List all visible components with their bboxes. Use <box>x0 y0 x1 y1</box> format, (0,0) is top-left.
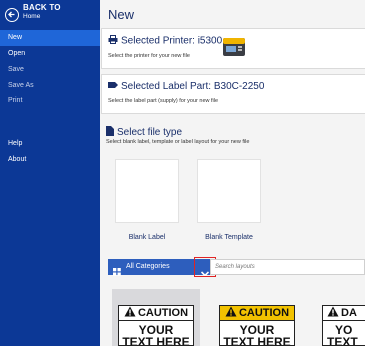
sidebar-item-about[interactable]: About <box>0 152 100 168</box>
sign-line-2: TEXT HERE <box>223 335 291 346</box>
file-type-heading: Select file type <box>117 127 183 139</box>
sidebar-item-save[interactable]: Save <box>0 62 100 78</box>
sign-line-2: TEXT HERE <box>122 335 190 346</box>
blank-label-tile[interactable] <box>115 159 179 223</box>
file-type-description: Select blank label, template or label la… <box>106 139 250 145</box>
label-tag-icon <box>108 81 118 92</box>
sidebar-item-help[interactable]: Help <box>0 136 100 152</box>
warning-triangle-icon <box>225 306 237 321</box>
search-placeholder: Search layouts <box>215 264 255 270</box>
sign-header-text: CAUTION <box>238 307 290 319</box>
back-arrow-icon <box>5 8 19 22</box>
sign-line-2: TEXT <box>327 335 358 346</box>
sidebar-item-save-as[interactable]: Save As <box>0 78 100 94</box>
search-layouts-input[interactable]: Search layouts <box>210 259 365 275</box>
sidebar: BACK TO Home New Open Save Save As Print… <box>0 0 100 346</box>
label-part-description: Select the label part (supply) for your … <box>108 98 219 104</box>
printer-icon <box>108 35 118 47</box>
grid-icon <box>113 263 121 281</box>
file-icon <box>106 126 114 139</box>
main-content: New Selected Printer: i5300 Select the p… <box>100 0 365 346</box>
blank-template-caption[interactable]: Blank Template <box>189 234 269 241</box>
sign-header-text: DA <box>341 307 357 319</box>
layout-thumbnail[interactable]: CAUTION YOUR TEXT HERE <box>118 305 194 346</box>
sidebar-item-new[interactable]: New <box>0 30 100 46</box>
page-title: New <box>108 7 135 22</box>
warning-triangle-icon <box>124 306 136 321</box>
layout-thumbnail[interactable]: CAUTION YOUR TEXT HERE <box>219 305 295 346</box>
label-part-card[interactable]: Selected Label Part: B30C-2250 Select th… <box>101 74 365 114</box>
sidebar-item-print[interactable]: Print <box>0 93 100 109</box>
back-to-home-button[interactable]: BACK TO Home <box>3 4 99 26</box>
blank-label-caption[interactable]: Blank Label <box>107 234 187 241</box>
sign-header-text: CAUTION <box>137 307 189 319</box>
layout-thumbnail[interactable]: DA YO TEXT <box>322 305 365 346</box>
label-part-heading: Selected Label Part: B30C-2250 <box>121 81 265 93</box>
category-select[interactable]: All Categories <box>108 257 216 277</box>
back-title: BACK TO <box>23 3 61 12</box>
sidebar-item-open[interactable]: Open <box>0 46 100 62</box>
printer-description: Select the printer for your new file <box>108 53 190 59</box>
printer-image <box>220 32 248 60</box>
printer-card[interactable]: Selected Printer: i5300 Select the print… <box>101 28 365 69</box>
back-subtitle: Home <box>23 13 41 20</box>
blank-template-tile[interactable] <box>197 159 261 223</box>
warning-triangle-icon <box>327 306 339 321</box>
category-selected-label: All Categories <box>126 263 170 270</box>
printer-heading: Selected Printer: i5300 <box>121 35 223 47</box>
